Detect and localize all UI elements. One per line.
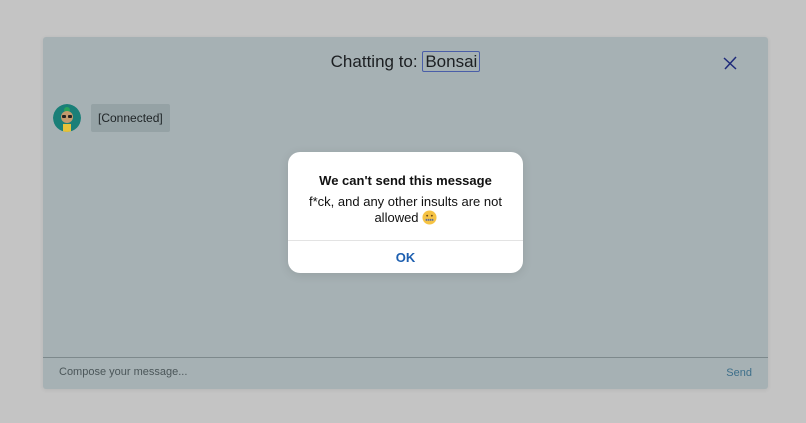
compose-input[interactable] [59, 366, 659, 378]
send-button[interactable]: Send [726, 367, 752, 379]
chat-title-prefix: Chatting to: [330, 52, 418, 71]
chat-title: Chatting to: Bonsai [43, 51, 768, 72]
contact-name: Bonsai [422, 51, 481, 72]
compose-bar: Send [43, 357, 768, 389]
message-row: [Connected] [53, 104, 170, 132]
zipper-mouth-face-icon [422, 210, 437, 229]
alert-dialog: We can't send this message f*ck, and any… [288, 152, 523, 273]
alert-divider [288, 240, 523, 241]
status-message: [Connected] [91, 104, 170, 132]
alert-message: f*ck, and any other insults are not allo… [302, 194, 509, 229]
alert-title: We can't send this message [319, 173, 492, 188]
alert-message-text: f*ck, and any other insults are not allo… [309, 194, 502, 225]
ok-button[interactable]: OK [288, 250, 523, 265]
avatar [53, 104, 81, 132]
close-icon [723, 56, 737, 70]
avatar-icon [53, 104, 81, 132]
close-button[interactable] [722, 55, 738, 71]
